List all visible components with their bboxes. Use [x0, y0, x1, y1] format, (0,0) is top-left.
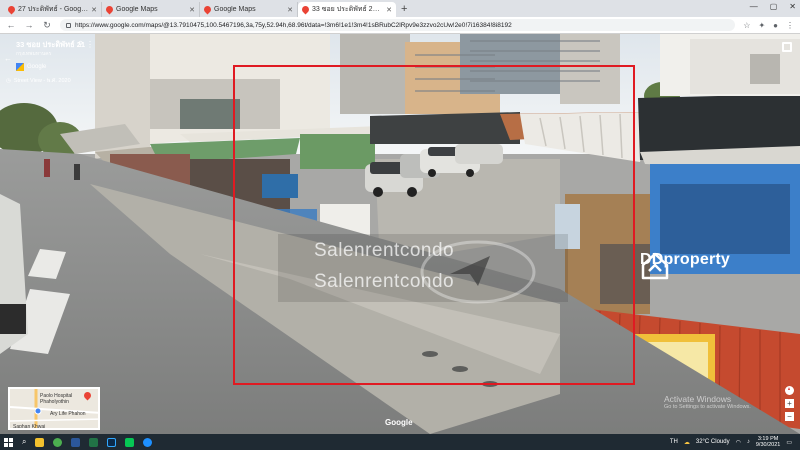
address-bar[interactable]: https://www.google.com/maps/@13.7910475,…	[60, 19, 736, 31]
minimap[interactable]: Paolo Hospital Phaholyothin Ary Life Pha…	[8, 387, 100, 430]
browser-tab-strip: 27 ประดิพัทธ์ - Google Maps ✕ Google Map…	[0, 0, 800, 17]
word-icon[interactable]	[71, 437, 81, 447]
windows-taskbar: ⌕ TH ☁ 32°C Cloudy ◠ ♪ 3:19 PM 9/30/2021…	[0, 434, 800, 450]
close-window-button[interactable]: ✕	[789, 2, 796, 11]
activation-title: Activate Windows	[664, 394, 732, 404]
weather-icon[interactable]: ☁	[684, 439, 690, 446]
browser-tab-3[interactable]: Google Maps ✕	[200, 2, 298, 17]
street-view-info-card: ← 33 ซอย ประดิพัทธ์ 21 กรุงเทพมหานคร ⚲ ⋮…	[4, 40, 94, 85]
street-scene-illustration	[0, 34, 800, 434]
google-photo-icon	[16, 63, 24, 71]
back-button[interactable]: ←	[6, 20, 16, 30]
start-button[interactable]	[4, 437, 13, 447]
browser-tab-2[interactable]: Google Maps ✕	[102, 2, 200, 17]
search-icon[interactable]: ⌕	[22, 437, 26, 447]
pegman-icon[interactable]: ⚲	[78, 40, 83, 48]
tab-title: Google Maps	[116, 6, 158, 13]
menu-icon[interactable]: ⋮	[786, 21, 794, 30]
map-label: Ary Life Phahon	[50, 411, 86, 417]
browser-tab-4-active[interactable]: 33 ซอย ประดิพัทธ์ 21 - Google Maps ✕	[298, 2, 396, 17]
street-view-panorama[interactable]: ← 33 ซอย ประดิพัทธ์ 21 กรุงเทพมหานคร ⚲ ⋮…	[0, 34, 800, 434]
window-controls: — ▢ ✕	[750, 2, 796, 11]
lock-icon	[66, 22, 71, 28]
fullscreen-icon[interactable]	[782, 42, 792, 52]
provider-text: Google	[27, 64, 47, 70]
close-tab-icon[interactable]: ✕	[287, 6, 293, 14]
line-icon[interactable]	[125, 437, 135, 447]
input-language[interactable]: TH	[670, 439, 678, 445]
browser-toolbar: ← → ↻ https://www.google.com/maps/@13.79…	[0, 17, 800, 34]
close-tab-icon[interactable]: ✕	[189, 6, 195, 14]
excel-icon[interactable]	[89, 437, 99, 447]
capture-date[interactable]: ◷ Street View - พ.ศ. 2020	[6, 77, 94, 85]
wifi-icon[interactable]: ◠	[736, 439, 741, 446]
new-tab-button[interactable]: +	[401, 2, 407, 17]
street-view-city: กรุงเทพมหานคร	[16, 51, 52, 57]
watermark-text-1: Salenrentcondo	[314, 240, 455, 261]
zoom-in-button[interactable]: +	[785, 399, 794, 408]
tab-title: 27 ประดิพัทธ์ - Google Maps	[18, 6, 88, 13]
maps-pin-icon	[300, 4, 311, 15]
ddproperty-mark-icon	[641, 252, 669, 280]
windows-activation-notice: Activate Windows Go to Settings to activ…	[664, 394, 751, 410]
ddproperty-logo: DDproperty	[640, 251, 730, 280]
taskbar-clock[interactable]: 3:19 PM 9/30/2021	[756, 436, 780, 448]
weather-text[interactable]: 32°C Cloudy	[696, 439, 730, 445]
chrome-icon[interactable]	[53, 437, 63, 447]
minimize-button[interactable]: —	[750, 2, 758, 11]
browser-tab-1[interactable]: 27 ประดิพัทธ์ - Google Maps ✕	[4, 2, 102, 17]
map-label: Saphan Khwai	[13, 424, 46, 430]
screenshot-frame: 27 ประดิพัทธ์ - Google Maps ✕ Google Map…	[0, 0, 800, 450]
activation-subtitle: Go to Settings to activate Windows.	[664, 404, 751, 410]
watermark-text-2: Salenrentcondo	[314, 271, 455, 292]
capture-date-text: Street View - พ.ศ. 2020	[13, 78, 71, 84]
close-tab-icon[interactable]: ✕	[386, 6, 392, 14]
close-tab-icon[interactable]: ✕	[91, 6, 97, 14]
map-controls: + −	[785, 386, 794, 421]
star-icon[interactable]: ☆	[743, 21, 750, 30]
forward-button[interactable]: →	[24, 20, 34, 30]
maximize-button[interactable]: ▢	[770, 2, 778, 11]
clock-icon: ◷	[6, 78, 11, 84]
maps-pin-icon	[6, 4, 17, 15]
tab-title: 33 ซอย ประดิพัทธ์ 21 - Google Maps	[312, 6, 383, 13]
system-tray: TH ☁ 32°C Cloudy ◠ ♪ 3:19 PM 9/30/2021 ▭	[670, 434, 792, 450]
extensions-icon[interactable]: ✦	[758, 21, 765, 30]
zoom-out-button[interactable]: −	[785, 412, 794, 421]
photoshop-icon[interactable]	[107, 437, 117, 447]
edge-icon[interactable]	[143, 437, 153, 447]
profile-icon[interactable]: ●	[773, 21, 778, 30]
file-explorer-icon[interactable]	[35, 437, 45, 447]
more-options-icon[interactable]: ⋮	[86, 40, 94, 49]
provider-label: Google	[16, 63, 94, 71]
reload-button[interactable]: ↻	[42, 20, 52, 31]
compass-icon[interactable]	[785, 386, 794, 395]
clock-date: 9/30/2021	[755, 442, 781, 448]
maps-pin-icon	[104, 4, 115, 15]
url-text: https://www.google.com/maps/@13.7910475,…	[75, 21, 512, 29]
volume-icon[interactable]: ♪	[747, 439, 750, 445]
maps-pin-icon	[202, 4, 213, 15]
notifications-icon[interactable]: ▭	[786, 439, 792, 446]
google-watermark: Google	[385, 418, 413, 427]
map-label: Phaholyothin	[40, 399, 69, 405]
tab-title: Google Maps	[214, 6, 256, 13]
back-arrow-icon[interactable]: ←	[4, 54, 12, 63]
